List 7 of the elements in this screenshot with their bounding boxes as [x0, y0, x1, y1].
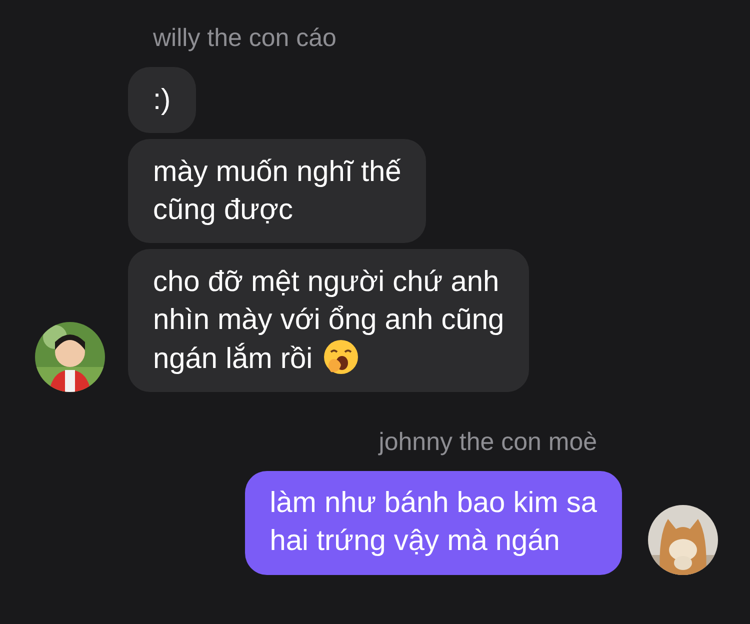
sender-name: johnny the con moè — [377, 428, 598, 458]
message-bubble: làm như bánh bao kim sa hai trứng vậy mà ngán — [244, 471, 622, 575]
message-bubble: mày muốn nghĩ thế cũng được — [128, 139, 426, 243]
yawning-face-icon — [322, 339, 359, 375]
message-bubble: :) — [128, 67, 196, 133]
sender-name: willy the con cáo — [152, 24, 338, 54]
message-bubble: cho đỡ mệt người chứ anh nhìn mày với ổng anh cũng ngán lắm rồi — [128, 249, 530, 392]
